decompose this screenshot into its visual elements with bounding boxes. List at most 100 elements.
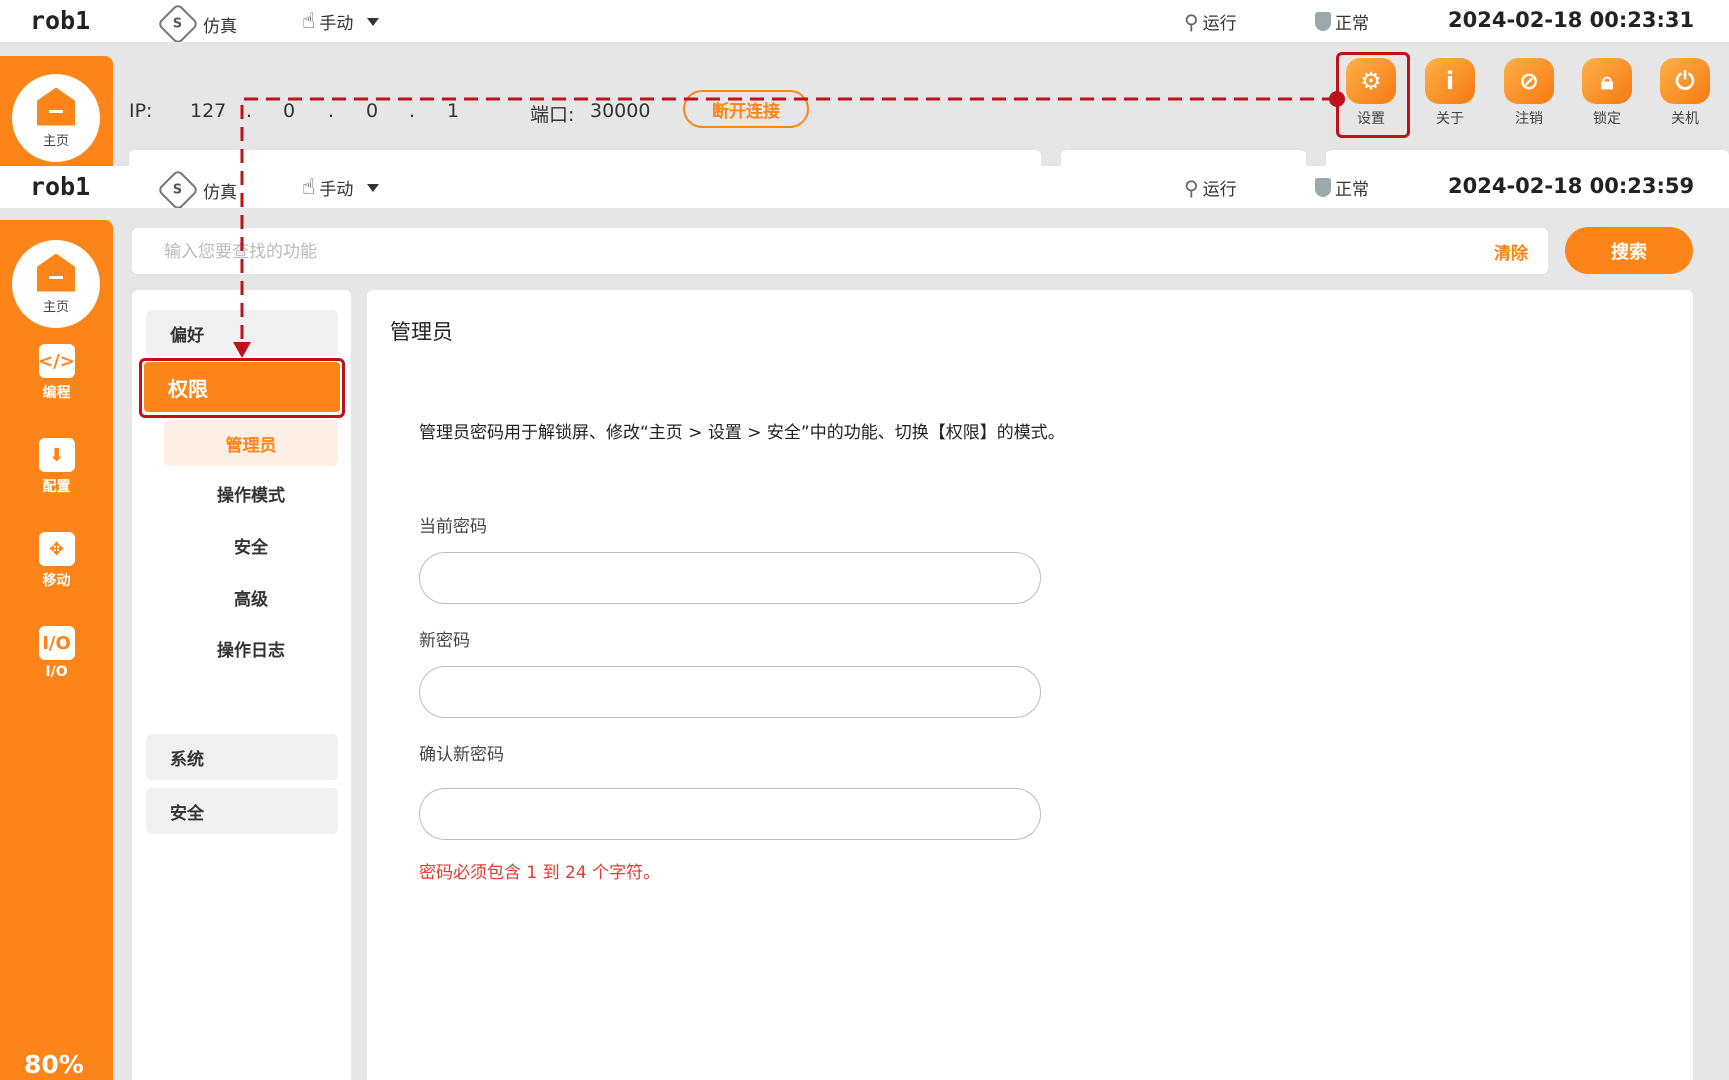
new-password-label: 新密码 [419, 631, 470, 651]
power-icon: ⏻ [1660, 58, 1710, 104]
search-button[interactable]: 搜索 [1565, 227, 1693, 274]
lock-button[interactable]: 🔒︎ 锁定 [1577, 58, 1637, 128]
simulation-icon: S [156, 2, 200, 46]
chevron-down-icon [367, 17, 380, 26]
current-password-label: 当前密码 [419, 517, 487, 537]
sidebar-item-move[interactable]: ✥ 移动 [0, 532, 113, 590]
ip-dot-3: . [409, 100, 416, 122]
confirm-password-label: 确认新密码 [419, 745, 504, 765]
port-label: 端口: [530, 104, 575, 126]
status-indicator: 正常 [1315, 175, 1369, 200]
search-bar: 清除 [132, 228, 1548, 276]
mode-label: 手动 [319, 14, 354, 34]
chevron-down-icon [367, 183, 380, 192]
card-strip [1326, 150, 1729, 166]
card-strip [1061, 150, 1306, 166]
menu-item-operation-log[interactable]: 操作日志 [164, 625, 338, 671]
sim-label: 仿真 [203, 182, 237, 203]
sidebar-item-label: I/O [45, 664, 68, 680]
sidebar-item-label: 移动 [42, 573, 71, 589]
home-button-2[interactable]: 主页 [12, 240, 100, 328]
robot-name: rob1 [30, 172, 91, 201]
logout-button[interactable]: ⊘ 注销 [1499, 58, 1559, 128]
ip-part-3[interactable]: 0 [366, 100, 378, 122]
menu-group-system[interactable]: 系统 [146, 734, 338, 780]
move-icon: ✥ [38, 532, 75, 566]
robot-arm-icon: ⚲ [1184, 9, 1199, 34]
sim-indicator[interactable]: S 仿真 [156, 168, 237, 212]
datetime: 2024-02-18 00:23:59 [1448, 174, 1695, 198]
search-input[interactable] [162, 228, 1366, 276]
home-icon [37, 253, 75, 292]
settings-highlight-box [1336, 52, 1410, 138]
top-status-bar-1: rob1 S 仿真 ☝ 手动 ⚲ 运行 正常 2024-02-18 00:23:… [0, 0, 1729, 46]
home-label: 主页 [42, 133, 69, 149]
menu-item-admin[interactable]: 管理员 [164, 420, 338, 466]
run-label: 运行 [1202, 180, 1237, 200]
mode-label: 手动 [319, 180, 354, 200]
menu-item-advanced[interactable]: 高级 [164, 574, 338, 620]
run-indicator: ⚲ 运行 [1184, 175, 1237, 201]
home-label: 主页 [42, 299, 69, 315]
ip-part-1[interactable]: 127 [190, 100, 226, 122]
menu-item-safety[interactable]: 安全 [164, 522, 338, 568]
sim-indicator[interactable]: S 仿真 [156, 2, 237, 46]
port-value[interactable]: 30000 [590, 100, 650, 122]
logout-label: 注销 [1515, 111, 1543, 127]
menu-group-security[interactable]: 安全 [146, 788, 338, 834]
home-icon [37, 87, 75, 126]
mode-dropdown[interactable]: ☝ 手动 [302, 175, 380, 200]
menu-group-preferences[interactable]: 偏好 [146, 310, 338, 356]
clear-button[interactable]: 清除 [1494, 239, 1528, 264]
sim-label: 仿真 [203, 16, 237, 37]
ip-label: IP: [129, 100, 153, 122]
shield-icon [1315, 12, 1331, 31]
datetime: 2024-02-18 00:23:31 [1448, 8, 1695, 32]
new-password-field[interactable] [419, 666, 1041, 718]
admin-panel: 管理员 管理员密码用于解锁屏、修改“主页 > 设置 > 安全”中的功能、切换【权… [367, 290, 1693, 1080]
lock-label: 锁定 [1593, 111, 1621, 127]
sidebar-item-io[interactable]: I/O I/O [0, 626, 113, 680]
admin-description: 管理员密码用于解锁屏、修改“主页 > 设置 > 安全”中的功能、切换【权限】的模… [419, 423, 1065, 443]
sidebar-item-config[interactable]: ⬇ 配置 [0, 438, 113, 496]
code-icon: </> [38, 344, 75, 378]
password-error-text: 密码必须包含 1 到 24 个字符。 [419, 863, 661, 883]
run-indicator: ⚲ 运行 [1184, 9, 1237, 35]
robot-arm-icon: ⚲ [1184, 175, 1199, 200]
current-password-field[interactable] [419, 552, 1041, 604]
confirm-password-field[interactable] [419, 788, 1041, 840]
hand-icon: ☝ [302, 9, 316, 34]
sidebar-item-label: 配置 [42, 479, 71, 495]
mode-dropdown[interactable]: ☝ 手动 [302, 9, 380, 34]
status-indicator: 正常 [1315, 9, 1369, 34]
page-title: 管理员 [390, 320, 453, 344]
power-button[interactable]: ⏻ 关机 [1655, 58, 1715, 128]
ip-dot-2: . [328, 100, 335, 122]
download-config-icon: ⬇ [38, 438, 75, 472]
hand-icon: ☝ [302, 175, 316, 200]
lock-icon: 🔒︎ [1582, 58, 1632, 104]
ip-part-2[interactable]: 0 [283, 100, 295, 122]
simulation-icon: S [156, 168, 200, 212]
disconnect-button[interactable]: 断开连接 [683, 90, 809, 128]
run-label: 运行 [1202, 14, 1237, 34]
logout-icon: ⊘ [1504, 58, 1554, 104]
top-status-bar-2: rob1 S 仿真 ☝ 手动 ⚲ 运行 正常 2024-02-18 00:23:… [0, 166, 1729, 212]
io-icon: I/O [38, 626, 75, 660]
permissions-highlight-box [139, 358, 345, 418]
menu-item-operation-mode[interactable]: 操作模式 [164, 470, 338, 516]
ip-part-4[interactable]: 1 [447, 100, 459, 122]
info-icon: i [1425, 58, 1475, 104]
battery-level: 80% [24, 1050, 84, 1079]
power-label: 关机 [1671, 111, 1699, 127]
status-label: 正常 [1335, 180, 1369, 200]
card-strip [129, 150, 1041, 166]
robot-name: rob1 [30, 6, 91, 35]
home-button-1[interactable]: 主页 [12, 74, 100, 162]
sidebar-item-programming[interactable]: </> 编程 [0, 344, 113, 402]
about-button[interactable]: i 关于 [1420, 58, 1480, 128]
shield-icon [1315, 178, 1331, 197]
status-label: 正常 [1335, 14, 1369, 34]
sidebar-item-label: 编程 [42, 385, 71, 401]
ip-dot-1: . [246, 100, 253, 122]
